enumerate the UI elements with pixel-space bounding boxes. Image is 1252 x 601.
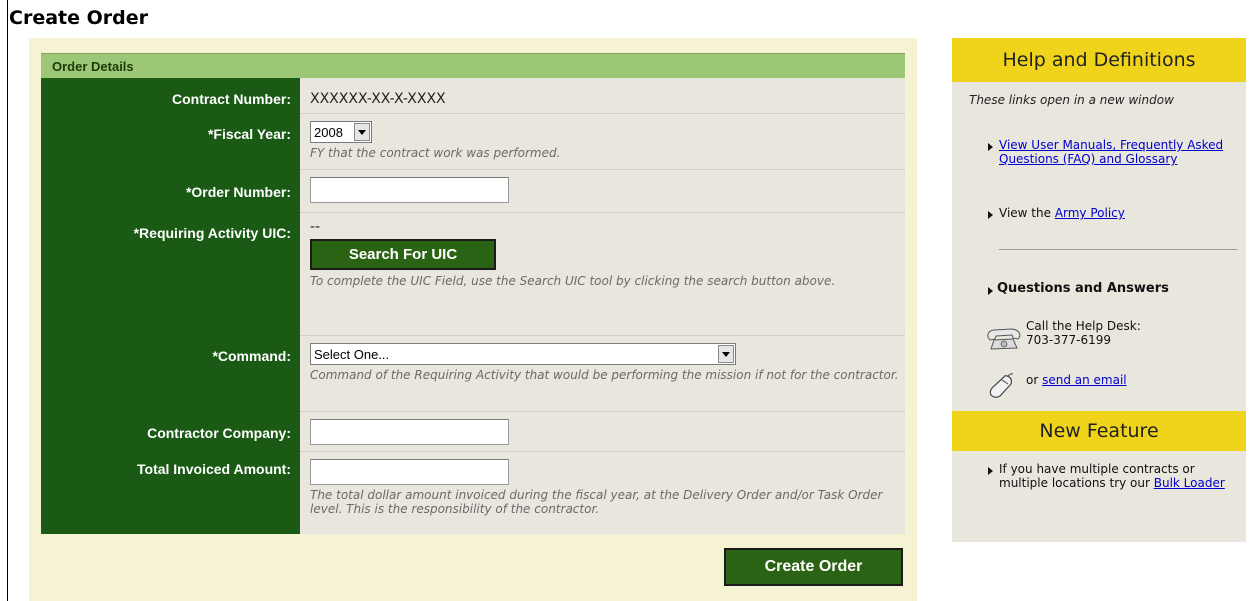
mouse-icon xyxy=(989,373,1014,398)
triangle-bullet-icon xyxy=(988,467,993,475)
row-total-invoiced-amount: Total Invoiced Amount: The total dollar … xyxy=(41,452,905,534)
page-left-border xyxy=(7,0,8,601)
uic-hint: To complete the UIC Field, use the Searc… xyxy=(310,274,836,288)
command-select[interactable]: Select One... xyxy=(310,343,736,365)
send-email-link[interactable]: send an email xyxy=(1042,373,1127,387)
uic-value: -- xyxy=(310,219,321,235)
row-order-number: *Order Number: xyxy=(41,170,905,213)
triangle-bullet-icon xyxy=(988,287,993,295)
row-fiscal-year: *Fiscal Year: 2008 FY that the contract … xyxy=(41,114,905,170)
order-form: Contract Number: XXXXXX-XX-X-XXXX *Fisca… xyxy=(41,78,905,534)
army-policy-link[interactable]: Army Policy xyxy=(1055,206,1125,220)
section-title: Order Details xyxy=(52,59,134,74)
section-header: Order Details xyxy=(41,53,905,79)
user-manuals-link[interactable]: View User Manuals, Frequently Asked Ques… xyxy=(999,138,1223,166)
chevron-down-icon[interactable] xyxy=(718,345,734,363)
search-uic-button[interactable]: Search For UIC xyxy=(310,239,496,270)
row-requiring-activity-uic: *Requiring Activity UIC: -- Search For U… xyxy=(41,213,905,336)
email-prefix: or xyxy=(1026,373,1043,387)
contract-number-value: XXXXXX-XX-X-XXXX xyxy=(310,91,446,107)
row-command: *Command: Select One... Command of the R… xyxy=(41,336,905,412)
fiscal-year-hint: FY that the contract work was performed. xyxy=(310,146,561,160)
qa-title: Questions and Answers xyxy=(997,281,1169,296)
help-title: Help and Definitions xyxy=(952,38,1246,82)
new-feature-title: New Feature xyxy=(952,411,1246,451)
bulk-loader-link[interactable]: Bulk Loader xyxy=(1154,476,1225,490)
page-title: Create Order xyxy=(9,7,148,29)
sidebar-divider xyxy=(999,249,1237,250)
uic-label: *Requiring Activity UIC: xyxy=(41,213,300,336)
create-order-button[interactable]: Create Order xyxy=(724,548,903,586)
triangle-bullet-icon xyxy=(988,211,993,219)
help-sidebar: Help and Definitions These links open in… xyxy=(952,38,1246,542)
command-value: Select One... xyxy=(314,347,390,362)
total-invoiced-label: Total Invoiced Amount: xyxy=(41,452,300,534)
fiscal-year-value: 2008 xyxy=(314,125,343,140)
contract-number-label: Contract Number: xyxy=(41,78,300,114)
telephone-icon xyxy=(987,328,1021,350)
fiscal-year-label: *Fiscal Year: xyxy=(41,114,300,170)
total-invoiced-input[interactable] xyxy=(310,459,509,485)
policy-prefix: View the xyxy=(999,206,1055,220)
triangle-bullet-icon xyxy=(988,143,993,151)
row-contractor-company: Contractor Company: xyxy=(41,412,905,452)
command-label: *Command: xyxy=(41,336,300,412)
chevron-down-icon[interactable] xyxy=(354,123,370,141)
total-invoiced-hint: The total dollar amount invoiced during … xyxy=(310,488,883,516)
command-hint: Command of the Requiring Activity that w… xyxy=(310,368,899,382)
contractor-company-input[interactable] xyxy=(310,419,509,445)
row-contract-number: Contract Number: XXXXXX-XX-X-XXXX xyxy=(41,78,905,114)
fiscal-year-select[interactable]: 2008 xyxy=(310,121,372,143)
call-text: Call the Help Desk: xyxy=(1026,319,1141,333)
contractor-company-label: Contractor Company: xyxy=(41,412,300,452)
help-desk-phone: 703-377-6199 xyxy=(1026,333,1112,347)
order-number-label: *Order Number: xyxy=(41,170,300,213)
order-number-input[interactable] xyxy=(310,177,509,203)
help-note: These links open in a new window xyxy=(969,93,1174,107)
